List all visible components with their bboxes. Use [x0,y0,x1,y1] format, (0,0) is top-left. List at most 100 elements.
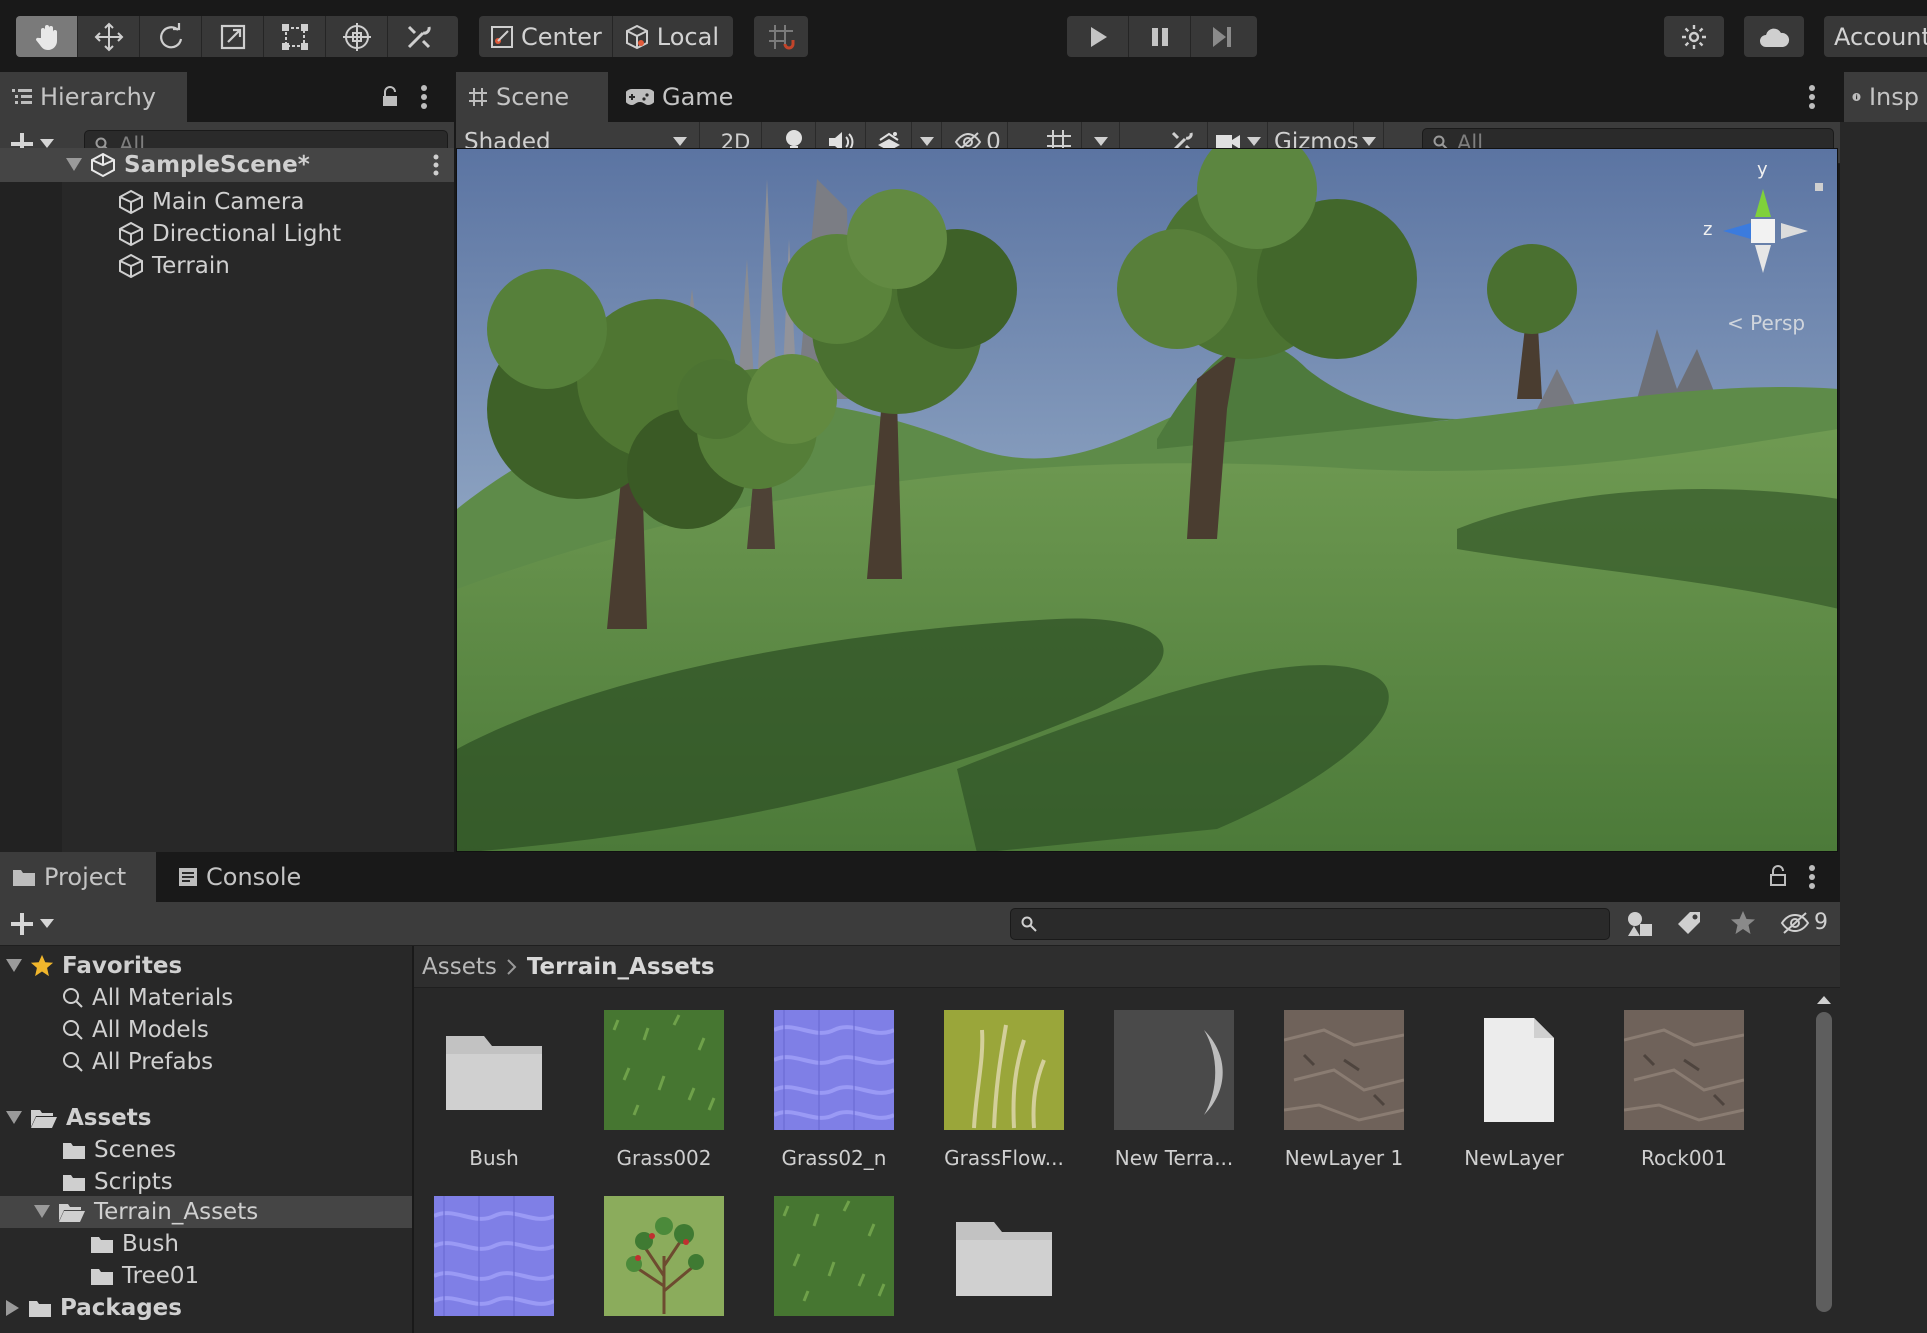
asset-item[interactable]: Rock001 [1604,1010,1764,1170]
hierarchy-scene-row[interactable]: SampleScene* [66,148,450,182]
pivot-center-toggle[interactable]: Center [479,16,613,57]
hierarchy-item-terrain[interactable]: Terrain [118,250,230,282]
project-toolbar: 9 [0,902,1840,946]
project-add-button[interactable] [10,912,54,936]
tab-scene[interactable]: Scene [456,72,608,122]
play-icon [1090,26,1107,47]
hierarchy-lock-button[interactable] [380,86,400,108]
tab-inspector[interactable]: Insp [1844,72,1927,122]
search-by-label-button[interactable] [1676,910,1702,936]
tab-hierarchy[interactable]: Hierarchy [0,72,187,122]
hierarchy-menu-button[interactable] [420,84,428,110]
grid-snap-icon [769,24,795,49]
tree-folder-tree01[interactable]: Tree01 [90,1260,199,1292]
hierarchy-item-directional-light[interactable]: Directional Light [118,218,341,250]
move-tool-button[interactable] [78,16,140,57]
rock-texture-icon [1284,1010,1404,1130]
asset-label: Grass02_n [781,1146,887,1170]
asset-item[interactable]: Tree01 [924,1196,1084,1333]
hierarchy-item-main-camera[interactable]: Main Camera [118,186,304,218]
cloud-button[interactable] [1744,16,1804,57]
tools-icon [407,25,431,48]
tab-console[interactable]: Console [166,852,313,902]
asset-item[interactable]: Grass02_n [754,1010,914,1170]
asset-browser: Assets Terrain_Assets Bush Grass002 Grass0… [414,946,1840,1333]
kebab-menu-icon [1809,85,1815,109]
tree-folder-scripts[interactable]: Scripts [62,1166,173,1198]
breadcrumb: Assets Terrain_Assets [414,946,1840,988]
play-button[interactable] [1067,16,1129,57]
asset-item[interactable]: Rock001_n [414,1196,574,1333]
scale-tool-button[interactable] [202,16,264,57]
tree-item-label: Scripts [94,1169,173,1195]
asset-item[interactable]: GrassFlow... [924,1010,1084,1170]
asset-item[interactable]: NewLayer 1 [1264,1010,1424,1170]
project-visibility-toggle[interactable]: 9 [1780,910,1828,935]
favorites-filter-button[interactable] [1730,910,1756,936]
tree-assets[interactable]: Assets [6,1102,151,1134]
scrollbar-thumb[interactable] [1816,1012,1832,1312]
asset-item[interactable]: NewLayer [1434,1010,1594,1170]
tab-scene-label: Scene [496,83,570,111]
tree-item-label: Bush [122,1231,179,1257]
pause-button[interactable] [1129,16,1191,57]
search-by-type-button[interactable] [1626,910,1654,938]
scene-tabbar: Scene Game [456,72,1840,122]
tab-hierarchy-label: Hierarchy [40,83,157,111]
pivot-local-toggle[interactable]: Local [613,16,729,57]
asset-scrollbar[interactable] [1812,992,1836,1333]
gamepad-icon [626,89,654,105]
pivot-center-label: Center [521,22,602,51]
asset-thumbnail [604,1010,724,1130]
tree-favorites[interactable]: Favorites [6,950,182,982]
projection-toggle[interactable]: < Persp [1727,311,1805,335]
tree-folder-bush[interactable]: Bush [90,1228,179,1260]
breadcrumb-terrain-assets[interactable]: Terrain_Assets [527,954,715,980]
custom-tool-button[interactable] [388,16,450,57]
scene-viewport[interactable]: y z < Persp [456,148,1838,852]
project-lock-button[interactable] [1768,865,1788,887]
rotate-icon [159,22,182,48]
search-icon [63,1020,83,1040]
tree-folder-scenes[interactable]: Scenes [62,1134,176,1166]
hand-tool-button[interactable] [16,16,78,57]
scene-menu-button[interactable] [1808,84,1816,110]
lock-icon [383,86,397,106]
breadcrumb-assets[interactable]: Assets [422,954,497,980]
grid-snapping-button[interactable] [754,16,808,57]
transform-tool-button[interactable] [326,16,388,57]
tree-folder-terrain-assets[interactable]: Terrain_Assets [34,1196,258,1228]
search-icon [1021,916,1037,932]
tree-item-label: All Models [92,1017,209,1043]
asset-item[interactable]: Terrain_Gr... [754,1196,914,1333]
asset-thumbnail [1454,1010,1574,1130]
scale-icon [220,24,245,49]
asset-item[interactable]: New Terra... [1094,1010,1254,1170]
rotate-tool-button[interactable] [140,16,202,57]
project-menu-button[interactable] [1808,864,1816,890]
tree-all-materials[interactable]: All Materials [62,982,233,1014]
tree-packages[interactable]: Packages [6,1292,182,1324]
scene-orientation-gizmo[interactable]: y z < Persp [1703,159,1837,335]
project-search[interactable] [1010,908,1610,940]
tree-all-models[interactable]: All Models [62,1014,209,1046]
search-icon [63,988,83,1008]
tab-project[interactable]: Project [0,852,156,902]
pivot-local-label: Local [656,22,719,51]
step-button[interactable] [1191,16,1253,57]
folder-icon [13,870,35,886]
asset-item[interactable]: Bush [414,1010,574,1170]
account-dropdown[interactable]: Account [1824,16,1927,57]
asset-item[interactable]: Shrub001 [584,1196,744,1333]
tab-game[interactable]: Game [614,72,745,122]
eye-hidden-icon [1780,911,1810,934]
pivot-toggles: Center Local [479,16,733,57]
asset-item[interactable]: Grass002 [584,1010,744,1170]
rect-tool-button[interactable] [264,16,326,57]
scene-menu-icon[interactable] [432,154,440,176]
dropdown-arrow-icon [673,137,687,146]
tree-all-prefabs[interactable]: All Prefabs [62,1046,213,1078]
services-button[interactable] [1664,16,1724,57]
expand-arrow-icon [34,1205,50,1218]
tag-icon [1678,912,1700,934]
